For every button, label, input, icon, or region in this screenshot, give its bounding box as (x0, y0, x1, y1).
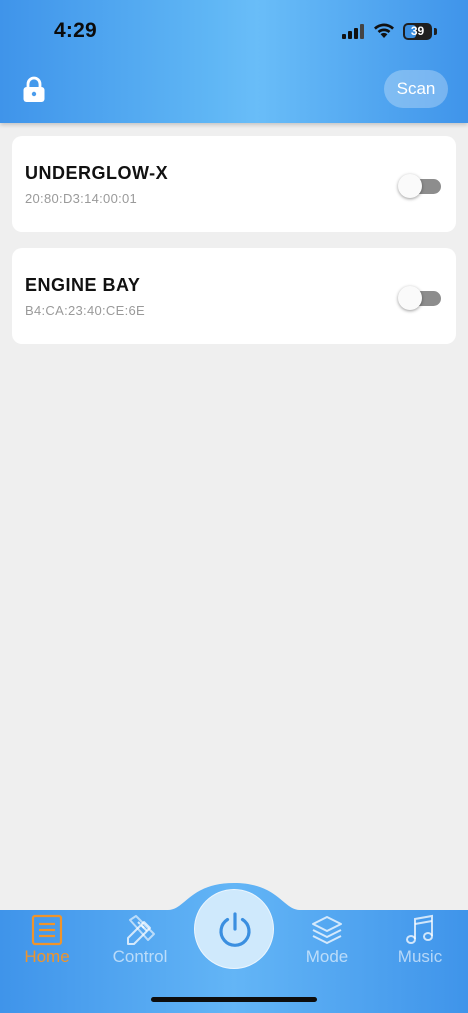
lock-icon[interactable] (22, 76, 46, 103)
device-mac-address: B4:CA:23:40:CE:6E (25, 303, 145, 318)
tab-mode[interactable]: Mode (287, 914, 367, 970)
device-card[interactable]: ENGINE BAY B4:CA:23:40:CE:6E (12, 248, 456, 344)
home-indicator (151, 997, 317, 1002)
power-icon (219, 912, 251, 947)
scan-button[interactable]: Scan (384, 70, 448, 108)
device-mac-address: 20:80:D3:14:00:01 (25, 191, 138, 206)
tab-control[interactable]: Control (100, 914, 180, 970)
pencil-ruler-icon (127, 915, 155, 945)
bottom-tab-bar: Home Control Mode Music (0, 880, 468, 1013)
device-toggle[interactable] (398, 286, 441, 310)
tab-label: Home (24, 947, 70, 966)
device-toggle[interactable] (398, 174, 441, 198)
status-bar: 4:29 39 (0, 0, 468, 60)
battery-level: 39 (410, 24, 425, 38)
list-icon (31, 914, 63, 946)
tab-label: Mode (305, 947, 349, 966)
tab-label: Control (112, 947, 168, 966)
device-name: ENGINE BAY (25, 275, 141, 295)
status-time: 4:29 (54, 19, 97, 42)
device-name: UNDERGLOW-X (25, 163, 169, 183)
tab-home[interactable]: Home (7, 914, 87, 970)
device-card[interactable]: UNDERGLOW-X 20:80:D3:14:00:01 (12, 136, 456, 232)
cellular-signal-icon (342, 24, 366, 39)
wifi-icon (374, 23, 394, 38)
battery-icon: 39 (403, 23, 432, 40)
power-button[interactable] (194, 889, 274, 969)
tab-label: Music (397, 947, 443, 966)
layers-icon (312, 916, 342, 944)
music-note-icon (406, 914, 433, 944)
tab-music[interactable]: Music (380, 914, 460, 970)
app-header: 4:29 39 Scan (0, 0, 468, 123)
